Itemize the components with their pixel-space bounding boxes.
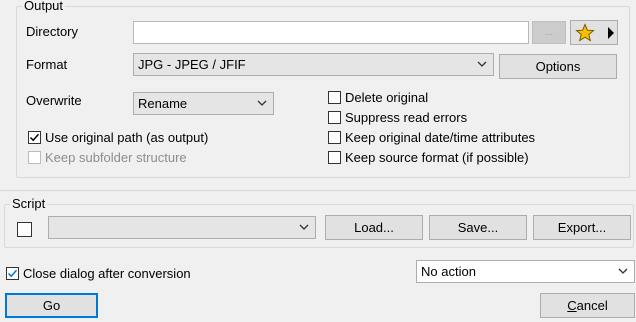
keep-format-checkbox[interactable]: [328, 151, 341, 164]
triangle-right-icon: [608, 27, 614, 39]
overwrite-label: Overwrite: [26, 93, 82, 108]
directory-label: Directory: [26, 24, 79, 39]
close-dialog-checkbox[interactable]: [6, 267, 19, 280]
chevron-down-icon: [299, 224, 309, 230]
browse-button[interactable]: ...: [532, 21, 566, 44]
close-dialog-label[interactable]: Close dialog after conversion: [23, 266, 191, 282]
keep-format-label[interactable]: Keep source format (if possible): [345, 150, 529, 166]
keep-subfolder-checkbox[interactable]: [28, 151, 41, 164]
after-action-select[interactable]: No action: [416, 260, 635, 283]
chevron-down-icon: [477, 61, 487, 67]
keep-date-label[interactable]: Keep original date/time attributes: [345, 130, 535, 146]
chevron-down-icon: [618, 268, 628, 274]
checkmark-icon: [29, 133, 40, 142]
output-group-title: Output: [22, 0, 66, 13]
suppress-errors-label[interactable]: Suppress read errors: [345, 110, 467, 126]
use-original-path-checkbox[interactable]: [28, 131, 41, 144]
directory-input[interactable]: [133, 21, 529, 44]
save-script-button[interactable]: Save...: [429, 215, 527, 240]
options-button[interactable]: Options: [499, 54, 617, 79]
cancel-label-rest: ancel: [576, 298, 608, 313]
overwrite-select[interactable]: Rename: [133, 92, 274, 115]
section-divider: [0, 190, 636, 191]
favorites-button[interactable]: [570, 20, 618, 45]
keep-date-checkbox[interactable]: [328, 131, 341, 144]
script-enable-checkbox[interactable]: [17, 222, 32, 237]
keep-subfolder-label[interactable]: Keep subfolder structure: [45, 150, 187, 166]
delete-original-checkbox[interactable]: [328, 91, 341, 104]
suppress-errors-checkbox[interactable]: [328, 111, 341, 124]
chevron-down-icon: [257, 100, 267, 106]
go-button[interactable]: Go: [5, 293, 98, 318]
cancel-label-accelerator: C: [567, 298, 577, 313]
cancel-button[interactable]: Cancel: [540, 293, 635, 318]
script-group-title: Script: [10, 196, 48, 211]
format-label: Format: [26, 57, 68, 72]
checkmark-icon: [7, 269, 18, 278]
export-script-button[interactable]: Export...: [533, 215, 631, 240]
script-select[interactable]: [48, 216, 316, 239]
load-script-button[interactable]: Load...: [325, 215, 423, 240]
format-select[interactable]: JPG - JPEG / JFIF: [133, 53, 494, 76]
use-original-path-label[interactable]: Use original path (as output): [45, 130, 208, 146]
delete-original-label[interactable]: Delete original: [345, 90, 428, 106]
star-icon: [575, 23, 595, 42]
